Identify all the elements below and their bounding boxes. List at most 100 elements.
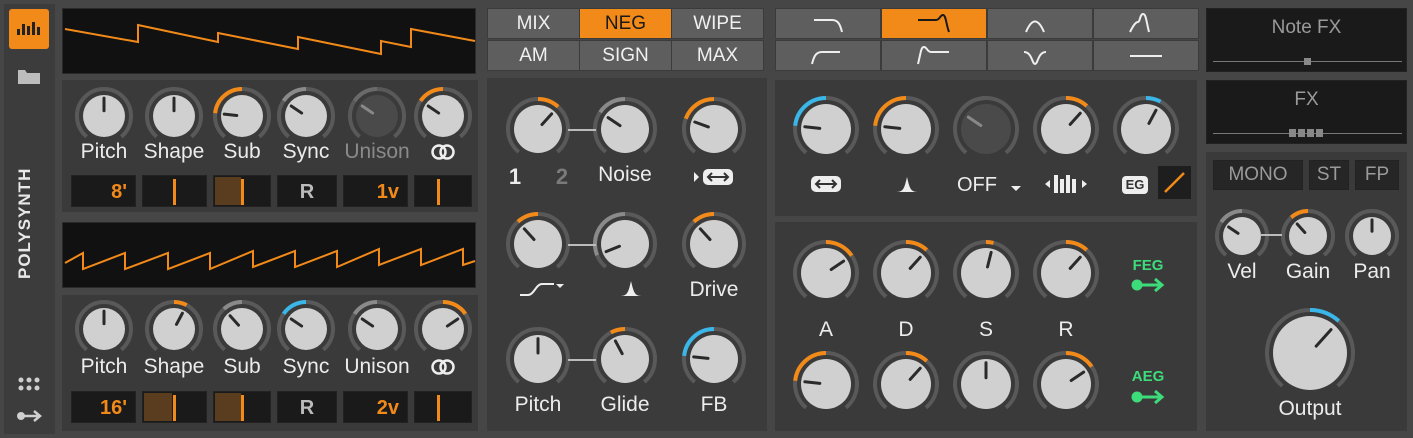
feg-knob-a[interactable] <box>793 240 859 306</box>
osc1-detune-bar[interactable] <box>414 175 472 207</box>
osc1-knob-sync[interactable] <box>277 87 335 145</box>
mixer-knob-drive[interactable] <box>682 212 746 276</box>
aeg-knob-s[interactable] <box>953 351 1019 417</box>
mixer-label-pitch: Pitch <box>514 393 562 416</box>
mix-mode-max[interactable]: MAX <box>671 40 764 71</box>
mix-mode-am[interactable]: AM <box>487 40 580 71</box>
osc1-knob-width[interactable] <box>414 87 472 145</box>
osc2-waveform <box>64 247 476 271</box>
filter-keytrack-off[interactable]: OFF <box>955 174 999 197</box>
keyboard-tracking-icon[interactable] <box>1044 174 1090 194</box>
osc2-knob-unison[interactable] <box>348 300 406 358</box>
osc2-knob-width[interactable] <box>414 300 472 358</box>
osc2-knob-sync[interactable] <box>277 300 335 358</box>
stereo-button[interactable]: ST <box>1309 160 1349 190</box>
eg-linear-curve-button[interactable] <box>1158 166 1191 199</box>
mixer-knob-fb[interactable] <box>682 327 746 391</box>
mixer-knob-3[interactable] <box>506 212 570 276</box>
folder-icon[interactable] <box>16 66 42 86</box>
filter-knob-3[interactable] <box>1033 96 1099 162</box>
mixer-knob-0[interactable] <box>506 97 570 161</box>
osc2-shape-bar[interactable] <box>142 391 207 423</box>
osc2-sync-mode[interactable]: R <box>277 391 337 423</box>
mono-button[interactable]: MONO <box>1213 160 1303 190</box>
osc1-shape-bar[interactable] <box>142 175 207 207</box>
osc1-knob-pitch[interactable] <box>75 87 133 145</box>
osc2-knob-shape[interactable] <box>145 300 203 358</box>
filter-type-highpass[interactable] <box>775 40 881 71</box>
output-knob-vel[interactable] <box>1215 209 1269 263</box>
feg-knob-s[interactable] <box>953 240 1019 306</box>
mixer-knob-pitch[interactable] <box>506 327 570 391</box>
fx-dots <box>1289 129 1325 137</box>
feg-knob-d[interactable] <box>873 240 939 306</box>
mixer-knob-noise[interactable] <box>593 97 657 161</box>
stereo-width-icon[interactable] <box>692 167 736 187</box>
output-knob-pan[interactable] <box>1345 209 1399 263</box>
env-label-s: S <box>978 318 993 341</box>
output-volume-knob[interactable] <box>1265 308 1355 398</box>
note-fx-dot <box>1304 58 1311 65</box>
osc2-sub-bar[interactable] <box>213 391 271 423</box>
filter-type-lowpass-res[interactable] <box>881 8 987 39</box>
osc-link-line-3 <box>568 359 596 361</box>
osc1-knob-unison[interactable] <box>348 87 406 145</box>
aeg-knob-a[interactable] <box>793 351 859 417</box>
filter-type-highpass-res[interactable] <box>881 40 987 71</box>
filter-knob-0[interactable] <box>793 96 859 162</box>
mix-mode-neg[interactable]: NEG <box>579 8 672 39</box>
output-routing-icon[interactable] <box>16 408 44 424</box>
note-fx-slot[interactable]: Note FX <box>1206 8 1407 72</box>
osc2-label-pitch: Pitch <box>80 355 128 378</box>
mixer-knob-2[interactable] <box>682 97 746 161</box>
filter-type-notch[interactable] <box>987 40 1093 71</box>
filter-knob-2[interactable] <box>953 96 1019 162</box>
filter-stereo-icon[interactable] <box>810 174 842 194</box>
output-label: Output <box>1278 397 1342 420</box>
filter-type-bandpass[interactable] <box>987 8 1093 39</box>
osc1-waveform <box>64 23 476 56</box>
osc2-knob-pitch[interactable] <box>75 300 133 358</box>
osc2-number[interactable]: 2 <box>552 164 572 190</box>
aeg-knob-r[interactable] <box>1033 351 1099 417</box>
lowpass-res-curve-icon <box>918 13 950 33</box>
feg-knob-r[interactable] <box>1033 240 1099 306</box>
device-logo-icon[interactable] <box>9 9 49 49</box>
mixer-knob-4[interactable] <box>593 212 657 276</box>
filter-curve-dropdown-icon[interactable] <box>518 278 566 298</box>
filter-type-flat[interactable] <box>1093 40 1199 71</box>
device-name: POLYSYNTH <box>15 167 34 279</box>
aeg-route-icon[interactable] <box>1130 388 1166 406</box>
osc2-octave-display[interactable]: 16' <box>71 391 136 423</box>
osc2-knob-sub[interactable] <box>213 300 271 358</box>
osc1-sub-bar[interactable] <box>213 175 271 207</box>
osc1-octave-display[interactable]: 8' <box>71 175 136 207</box>
osc1-voices-display[interactable]: 1v <box>343 175 408 207</box>
filter-keytrack-dropdown-icon[interactable] <box>1010 180 1022 191</box>
output-knob-gain[interactable] <box>1281 209 1335 263</box>
aeg-knob-d[interactable] <box>873 351 939 417</box>
filter-knob-4[interactable] <box>1113 96 1179 162</box>
fx-slot[interactable]: FX <box>1206 80 1407 144</box>
osc1-sync-mode[interactable]: R <box>277 175 337 207</box>
mixer-knob-glide[interactable] <box>593 327 657 391</box>
filter-knob-1[interactable] <box>873 96 939 162</box>
bandpass-res-curve-icon <box>1129 12 1150 33</box>
osc1-knob-sub[interactable] <box>213 87 271 145</box>
osc2-voices-display[interactable]: 2v <box>343 391 408 423</box>
grid-icon[interactable] <box>17 376 41 396</box>
mix-mode-wipe[interactable]: WIPE <box>671 8 764 39</box>
eg-badge[interactable]: EG <box>1122 176 1148 194</box>
osc2-label-unison: Unison <box>344 355 410 378</box>
mix-mode-sign[interactable]: SIGN <box>579 40 672 71</box>
osc1-label-pitch: Pitch <box>80 140 128 163</box>
filter-type-lowpass[interactable] <box>775 8 881 39</box>
osc1-number[interactable]: 1 <box>505 164 525 190</box>
fp-button[interactable]: FP <box>1355 160 1399 190</box>
osc2-detune-bar[interactable] <box>414 391 472 423</box>
osc1-knob-shape[interactable] <box>145 87 203 145</box>
filter-type-bandpass-res[interactable] <box>1093 8 1199 39</box>
mix-mode-mix[interactable]: MIX <box>487 8 580 39</box>
osc-link-line-2 <box>568 244 596 246</box>
feg-route-icon[interactable] <box>1130 276 1166 294</box>
